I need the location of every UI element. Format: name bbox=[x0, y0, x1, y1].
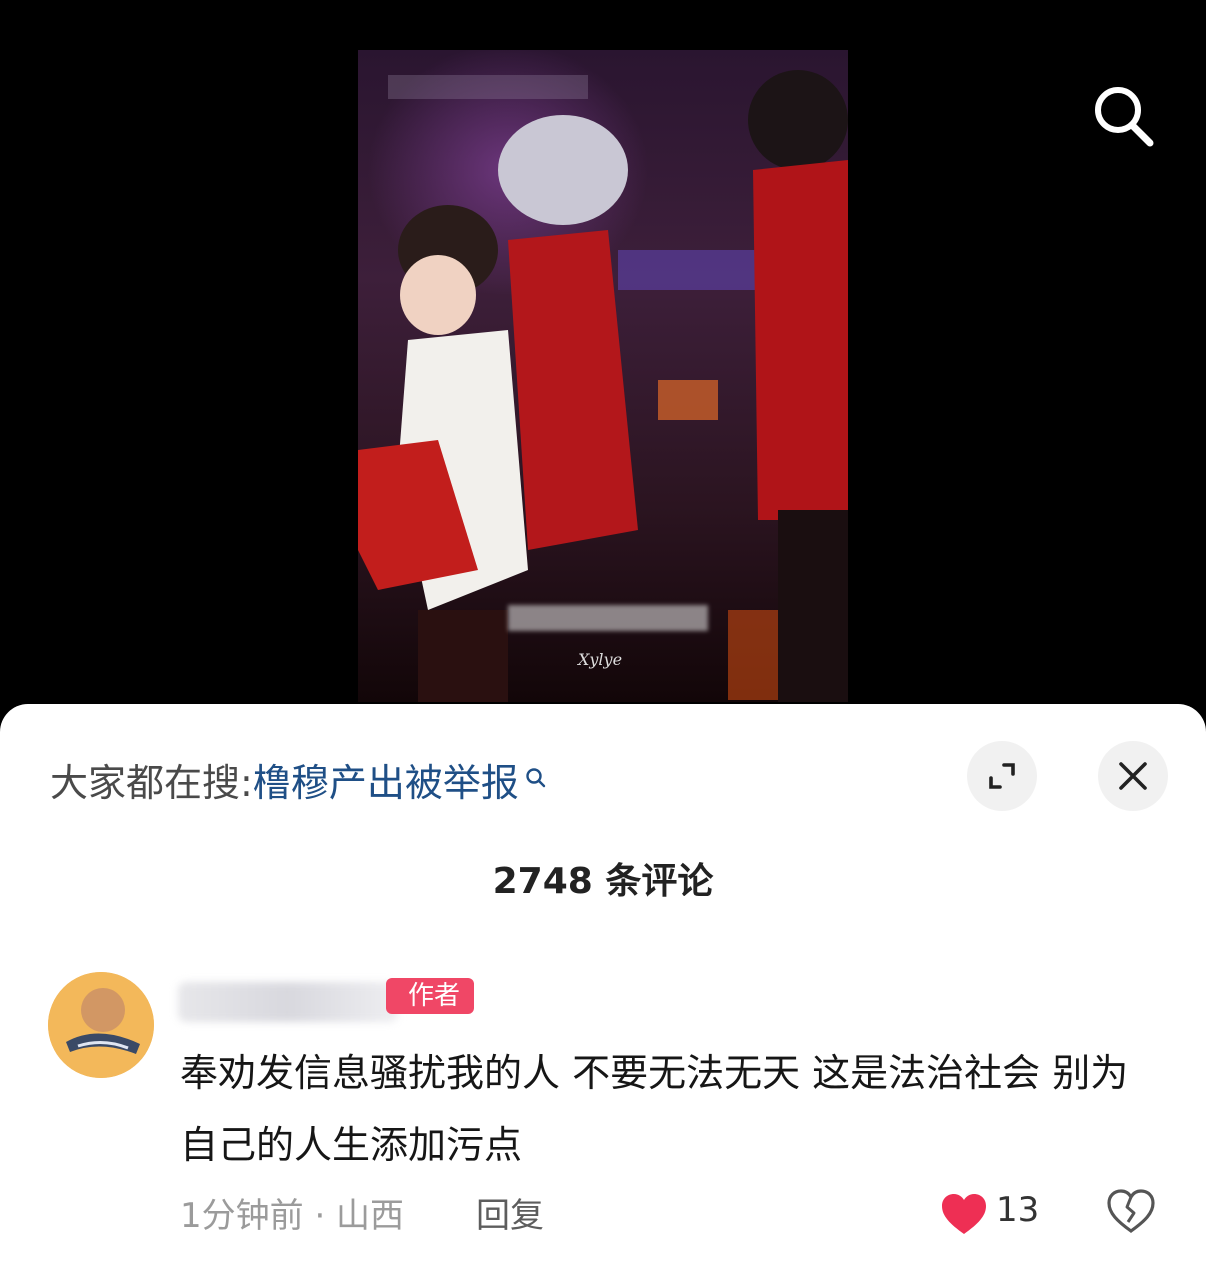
close-button[interactable] bbox=[1098, 741, 1168, 811]
video-watermark: Xylye bbox=[578, 650, 623, 669]
avatar-image bbox=[48, 972, 154, 1078]
dislike-button[interactable] bbox=[1106, 1188, 1156, 1238]
search-icon bbox=[1095, 87, 1154, 147]
video-player[interactable]: Xylye bbox=[0, 0, 1206, 720]
trending-topic-link[interactable]: 橹穆产出被举报 bbox=[253, 761, 519, 805]
search-small-icon bbox=[525, 754, 547, 798]
username-blurred[interactable] bbox=[178, 982, 398, 1022]
comment-count: 2748 条评论 bbox=[492, 861, 714, 902]
trending-search[interactable]: 大家都在搜:橹穆产出被举报 bbox=[50, 752, 547, 807]
avatar[interactable] bbox=[48, 972, 154, 1078]
like-button[interactable] bbox=[940, 1192, 988, 1240]
expand-button[interactable] bbox=[967, 741, 1037, 811]
like-count: 13 bbox=[996, 1190, 1040, 1230]
video-frame[interactable]: Xylye bbox=[358, 50, 848, 702]
close-icon bbox=[1119, 762, 1147, 790]
expand-icon bbox=[989, 763, 1015, 789]
author-badge: 作者 bbox=[386, 978, 475, 1014]
reply-button[interactable]: 回复 bbox=[476, 1188, 544, 1237]
comment-text: 奉劝发信息骚扰我的人 不要无法无天 这是法治社会 别为自己的人生添加污点 bbox=[180, 1051, 1129, 1167]
search-button[interactable] bbox=[1086, 80, 1158, 152]
trending-prefix: 大家都在搜: bbox=[50, 761, 253, 805]
comment-sheet: 大家都在搜:橹穆产出被举报 2748 条评论 作者 奉劝发信息骚扰我的人 不要无… bbox=[0, 704, 1206, 1264]
comment-meta: 1分钟前 · 山西 bbox=[180, 1196, 405, 1236]
video-image bbox=[358, 70, 848, 702]
heart-icon bbox=[942, 1194, 986, 1234]
broken-heart-icon bbox=[1107, 1189, 1155, 1233]
